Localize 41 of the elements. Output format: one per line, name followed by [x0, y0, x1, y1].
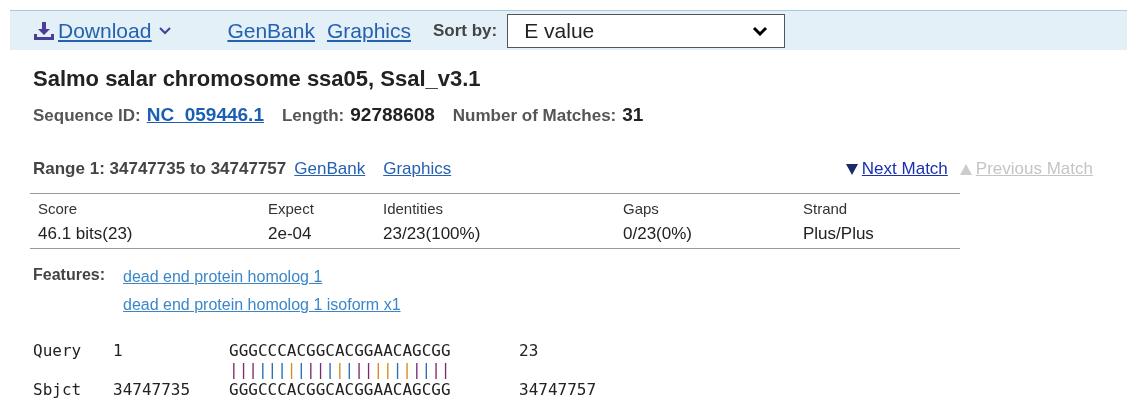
- chevron-down-icon: [752, 25, 769, 36]
- meta-label: Length:: [281, 105, 345, 127]
- meta-value: 92788608: [350, 103, 435, 127]
- sort-select[interactable]: E value: [507, 13, 786, 48]
- download-icon: [34, 21, 54, 40]
- range-label: Range 1: 34747735 to 34747757: [33, 157, 287, 180]
- caret-icon: [159, 26, 172, 35]
- column-header: Strand: [803, 199, 849, 219]
- sequence-label: Query: [33, 341, 83, 360]
- match-bars: |||||||||||||||||||||||: [229, 360, 451, 380]
- meta-label: Sequence ID:: [33, 105, 141, 127]
- toolbar-link[interactable]: GenBank: [227, 14, 315, 47]
- column-header: Gaps: [623, 199, 660, 219]
- sequence-text: GGGCCCACGGCACGGAACAGCGG: [229, 380, 452, 399]
- sequence-label: Sbjct: [33, 380, 83, 399]
- table-cell-text: 23/23(100%): [383, 222, 482, 245]
- features-label: Features:: [33, 265, 106, 285]
- table-cell-text: 46.1 bits(23): [38, 222, 134, 245]
- column-header: Score: [38, 199, 79, 219]
- range-link[interactable]: Graphics: [383, 155, 452, 181]
- table-cell-text: 2e-04: [268, 222, 313, 245]
- download-link[interactable]: Download: [58, 14, 152, 47]
- range-link[interactable]: GenBank: [294, 155, 366, 181]
- feature-link[interactable]: dead end protein homolog 1: [123, 263, 323, 291]
- meta-value: 31: [622, 103, 644, 127]
- position-number: 1: [113, 341, 124, 360]
- table-cell-text: 0/23(0%): [623, 222, 693, 245]
- sequence-id-link[interactable]: NC_059446.1: [146, 101, 264, 130]
- sort-label: Sort by:: [433, 19, 498, 42]
- column-header: Identities: [383, 199, 445, 219]
- sequence-title: Salmo salar chromosome ssa05, Ssal_v3.1: [33, 65, 482, 93]
- next-match-link[interactable]: Next Match: [861, 155, 948, 181]
- table-cell-text: Plus/Plus: [803, 222, 875, 245]
- feature-link[interactable]: dead end protein homolog 1 isoform x1: [123, 291, 401, 319]
- meta-label: Number of Matches:: [452, 105, 617, 127]
- position-number: 34747757: [519, 380, 597, 399]
- toolbar-link[interactable]: Graphics: [326, 14, 411, 47]
- position-number: 23: [519, 341, 539, 360]
- sequence-text: GGGCCCACGGCACGGAACAGCGG: [229, 341, 452, 360]
- position-number: 34747735: [113, 380, 192, 399]
- column-header: Expect: [268, 199, 315, 219]
